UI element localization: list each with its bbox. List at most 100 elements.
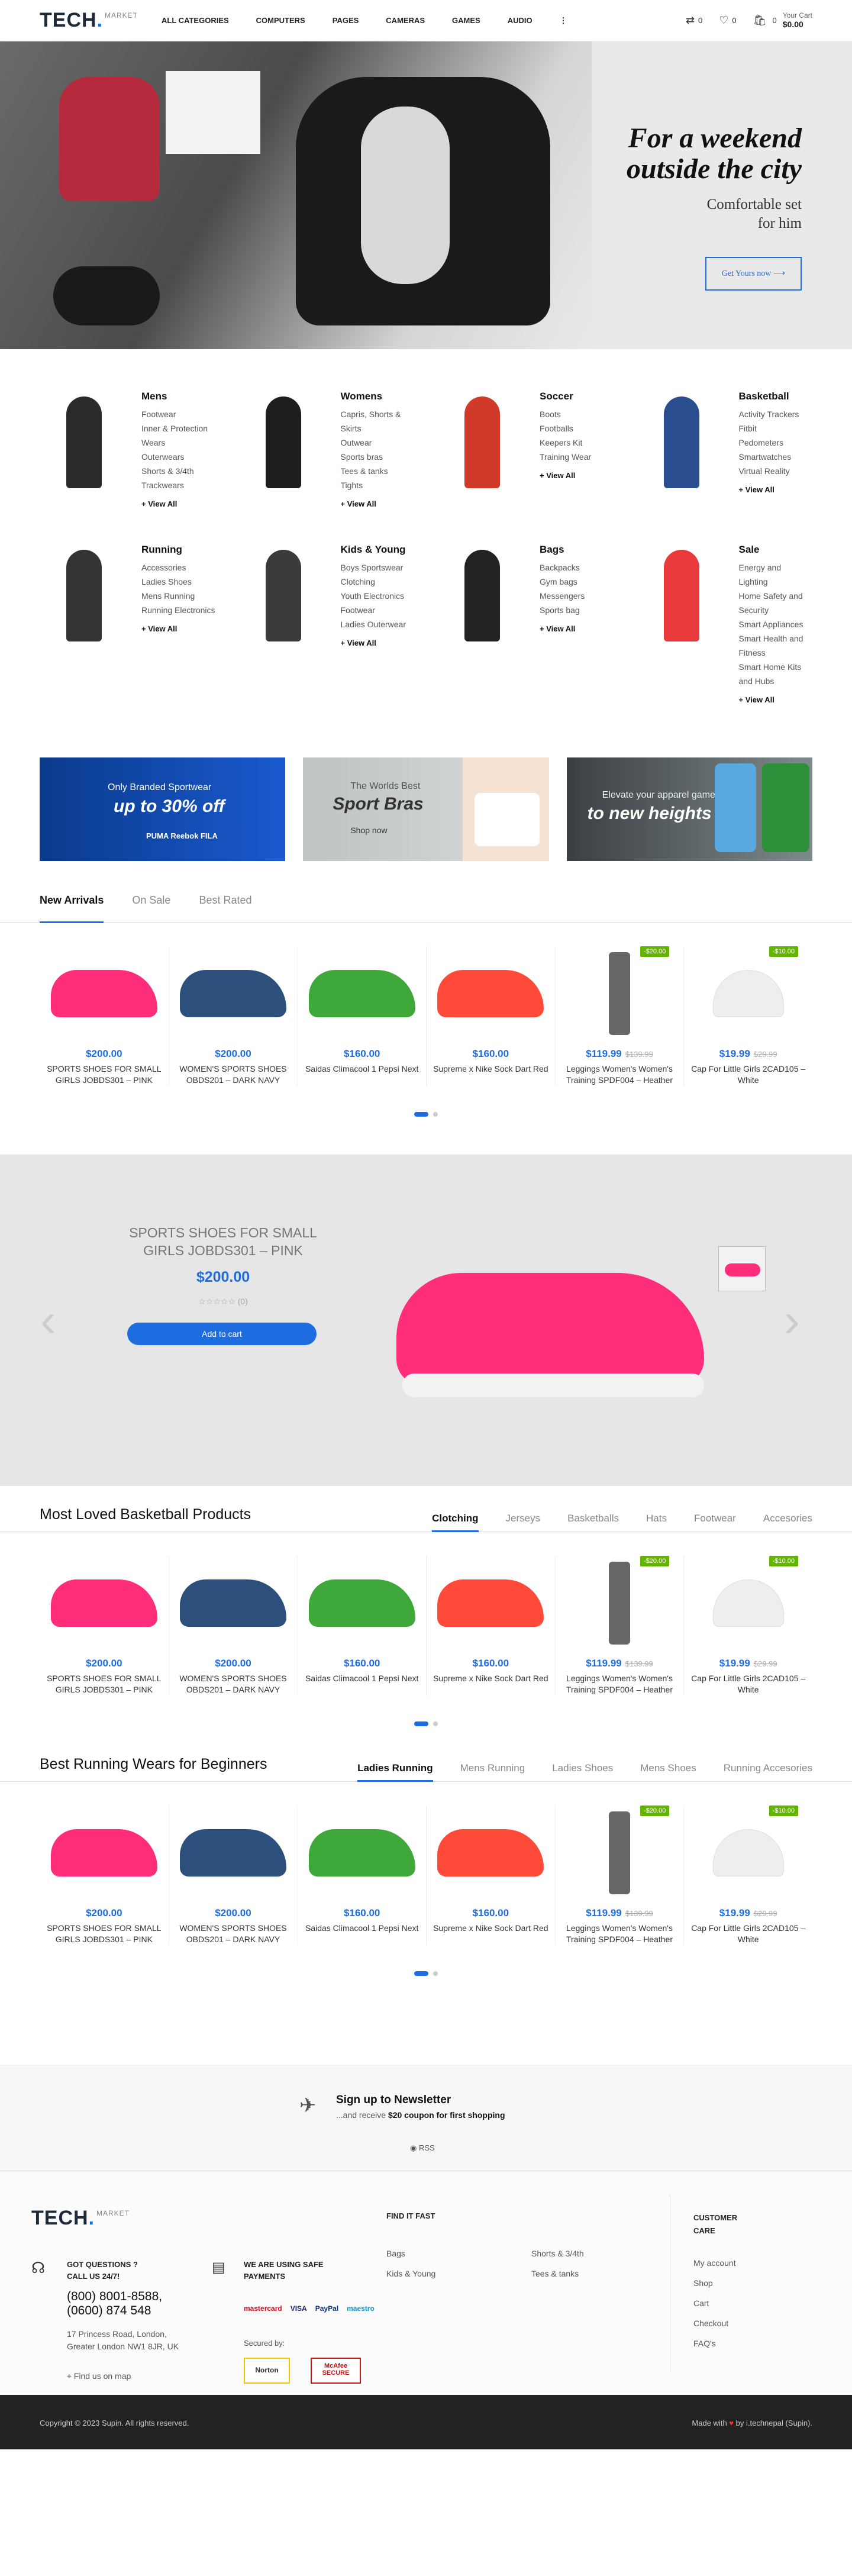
category-link[interactable]: Ladies Outerwear [341,617,406,631]
product-image[interactable] [46,1556,163,1650]
tab-accesories[interactable]: Accesories [763,1513,812,1532]
category-title[interactable]: Mens [141,391,215,402]
footer-link[interactable]: Kids & Young [386,2264,435,2284]
product-card[interactable]: $200.00 WOMEN'S SPORTS SHOES OBDS201 – D… [168,1556,298,1695]
cart-button[interactable]: 🛍 0 Your Cart $0.00 [753,11,812,30]
category-link[interactable]: Boots [540,407,591,421]
category-link[interactable]: Outwear [341,436,415,450]
promo-banner-jerseys[interactable]: Elevate your apparel game to new heights [566,757,812,861]
category-title[interactable]: Bags [540,544,585,556]
carousel-dot[interactable] [433,1112,438,1117]
product-image[interactable] [433,946,549,1041]
tab-new-arrivals[interactable]: New Arrivals [40,894,104,923]
view-all-link[interactable]: + View All [141,499,215,508]
product-card[interactable]: -$20.00 $119.99 $139.99 Leggings Women's … [554,946,684,1086]
footer-link-checkout[interactable]: Checkout [693,2313,736,2333]
nav-pages[interactable]: PAGES [333,16,359,25]
view-all-link[interactable]: + View All [739,695,813,704]
category-link[interactable]: Running Electronics [141,603,215,617]
nav-games[interactable]: GAMES [452,16,480,25]
category-title[interactable]: Sale [739,544,813,556]
category-link[interactable]: Messengers [540,589,585,603]
add-to-cart-button[interactable]: Add to cart [127,1323,317,1345]
category-link[interactable]: Tees & tanks [341,464,415,478]
tab-basketballs[interactable]: Basketballs [567,1513,619,1532]
category-link[interactable]: Inner & Protection Wears [141,421,215,450]
carousel-dot-active[interactable] [414,1721,428,1726]
chevron-right-icon[interactable]: › [784,1297,800,1344]
product-image[interactable] [304,1806,420,1900]
tab-ladies-running[interactable]: Ladies Running [357,1762,433,1782]
product-name[interactable]: Leggings Women's Women's Training SPDF00… [561,1673,678,1695]
compare-button[interactable]: ⇄ 0 [686,14,702,27]
product-name[interactable]: Cap For Little Girls 2CAD105 – White [690,1063,806,1086]
carousel-dot-active[interactable] [414,1971,428,1976]
product-card[interactable]: $160.00 Supreme x Nike Sock Dart Red [426,946,555,1086]
carousel-dot[interactable] [433,1971,438,1976]
category-link[interactable]: Smart Health and Fitness [739,631,813,660]
category-link[interactable]: Mens Running [141,589,215,603]
product-card[interactable]: -$20.00 $119.99 $139.99 Leggings Women's … [554,1556,684,1695]
category-link[interactable]: Boys Sportswear [341,560,406,575]
product-name[interactable]: Supreme x Nike Sock Dart Red [433,1923,549,1934]
rss-link[interactable]: ◉ RSS [410,2143,435,2153]
product-image[interactable] [304,1556,420,1650]
product-card[interactable]: $200.00 SPORTS SHOES FOR SMALL GIRLS JOB… [40,1806,169,1945]
product-image[interactable]: -$20.00 [561,1556,678,1650]
category-card[interactable]: Mens Footwear Inner & Protection Wears Oute… [40,391,215,508]
view-all-link[interactable]: + View All [540,624,585,633]
category-link[interactable]: Footwear [341,603,406,617]
category-link[interactable]: Backpacks [540,560,585,575]
footer-link-cart[interactable]: Cart [693,2293,736,2313]
chevron-left-icon[interactable]: ‹ [40,1297,56,1344]
category-link[interactable]: Tights [341,478,415,492]
category-link[interactable]: Footballs [540,421,591,436]
view-all-link[interactable]: + View All [341,639,406,647]
category-link[interactable]: Shorts & 3/4th [141,464,215,478]
promo-banner-sport-bras[interactable]: The Worlds Best Sport Bras Shop now [303,757,549,861]
product-name[interactable]: Saidas Climacool 1 Pepsi Next [304,1063,420,1075]
product-image[interactable] [433,1556,549,1650]
footer-link-faqs[interactable]: FAQ's [693,2333,736,2353]
view-all-link[interactable]: + View All [341,499,415,508]
category-link[interactable]: Smart Home Kits and Hubs [739,660,813,688]
category-link[interactable]: Pedometers [739,436,799,450]
product-name[interactable]: SPORTS SHOES FOR SMALL GIRLS JOBDS301 – … [46,1063,163,1086]
tab-ladies-shoes[interactable]: Ladies Shoes [552,1762,613,1781]
product-card[interactable]: $200.00 SPORTS SHOES FOR SMALL GIRLS JOB… [40,946,169,1086]
product-card[interactable]: $200.00 WOMEN'S SPORTS SHOES OBDS201 – D… [168,946,298,1086]
category-card[interactable]: Soccer Boots Footballs Keepers Kit Training … [438,391,614,508]
product-card[interactable]: $160.00 Supreme x Nike Sock Dart Red [426,1556,555,1695]
nav-cameras[interactable]: CAMERAS [386,16,425,25]
product-image[interactable] [304,946,420,1041]
category-link[interactable]: Accessories [141,560,215,575]
product-name[interactable]: Supreme x Nike Sock Dart Red [433,1673,549,1684]
product-card[interactable]: -$10.00 $19.99 $29.99 Cap For Little Girl… [683,946,812,1086]
product-card[interactable]: -$10.00 $19.99 $29.99 Cap For Little Girl… [683,1556,812,1695]
product-card[interactable]: $160.00 Saidas Climacool 1 Pepsi Next [297,1806,426,1945]
nav-audio[interactable]: AUDIO [508,16,532,25]
category-title[interactable]: Basketball [739,391,799,402]
footer-link[interactable]: Shorts & 3/4th [531,2243,584,2264]
category-link[interactable]: Sports bag [540,603,585,617]
carousel-dot[interactable] [433,1721,438,1726]
footer-link-my-account[interactable]: My account [693,2253,736,2273]
product-card[interactable]: -$20.00 $119.99 $139.99 Leggings Women's … [554,1806,684,1945]
product-name[interactable]: Supreme x Nike Sock Dart Red [433,1063,549,1075]
category-link[interactable]: Training Wear [540,450,591,464]
product-image[interactable]: -$20.00 [561,1806,678,1900]
product-card[interactable]: $160.00 Saidas Climacool 1 Pepsi Next [297,946,426,1086]
category-title[interactable]: Soccer [540,391,591,402]
tab-hats[interactable]: Hats [646,1513,667,1532]
product-name[interactable]: WOMEN'S SPORTS SHOES OBDS201 – DARK NAVY [175,1923,292,1945]
product-name[interactable]: Leggings Women's Women's Training SPDF00… [561,1923,678,1945]
featured-product-name[interactable]: SPORTS SHOES FOR SMALL GIRLS JOBDS301 – … [125,1224,321,1259]
tab-mens-running[interactable]: Mens Running [460,1762,525,1781]
find-us-link[interactable]: ⌖ Find us on map [67,2371,131,2381]
category-link[interactable]: Fitbit [739,421,799,436]
footer-logo[interactable]: TECH. MARKET [31,2207,130,2230]
category-link[interactable]: Youth Electronics [341,589,406,603]
category-title[interactable]: Running [141,544,215,556]
product-card[interactable]: $200.00 WOMEN'S SPORTS SHOES OBDS201 – D… [168,1806,298,1945]
more-vertical-icon[interactable]: ⋮ [560,16,567,25]
